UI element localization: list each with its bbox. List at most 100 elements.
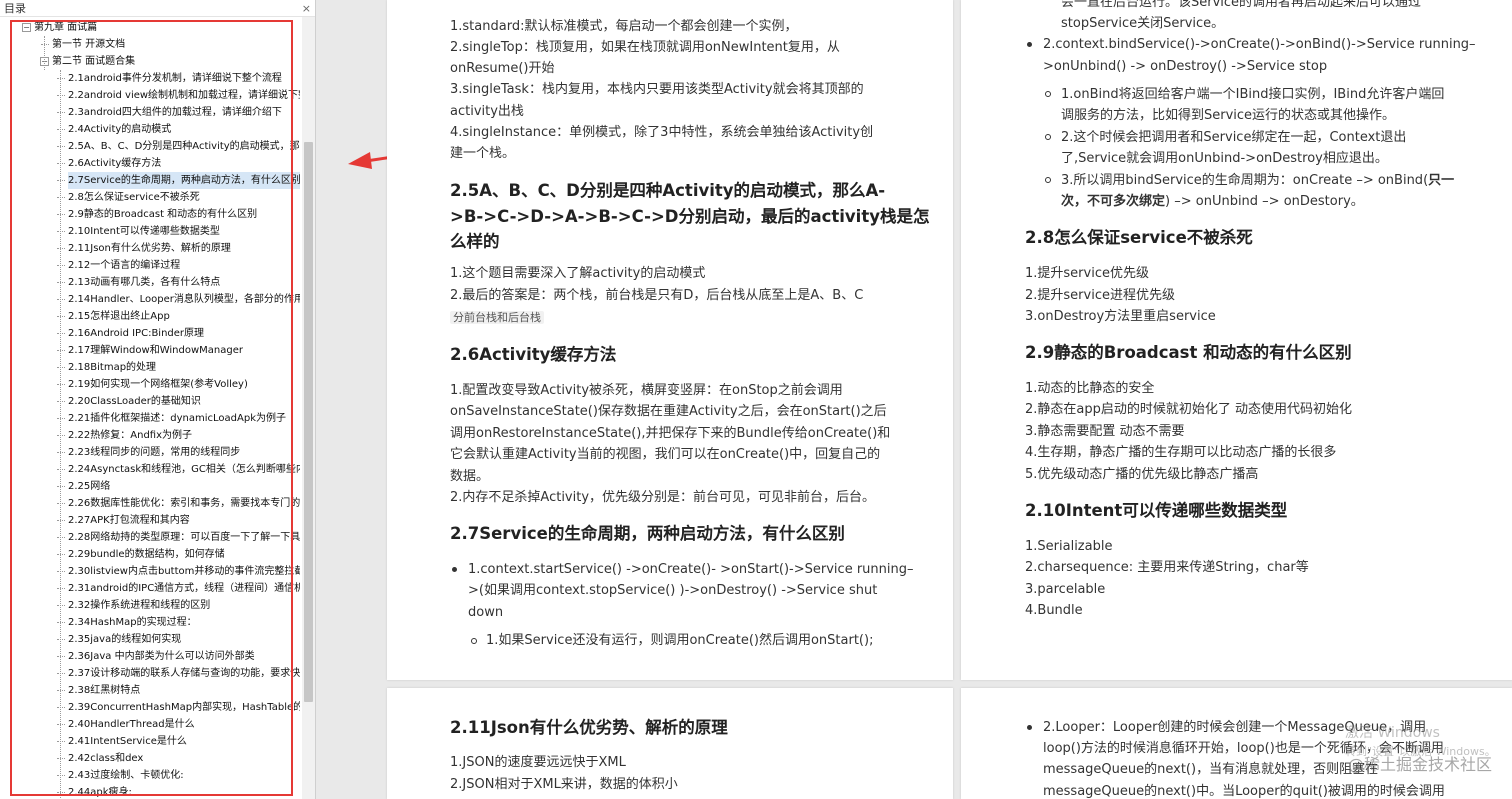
text-line: activity出栈 [450,104,524,119]
toc-item[interactable]: 2.10Intent可以传递哪些数据类型 [68,223,300,240]
text-line: 1.提升service优先级 [1025,266,1149,281]
toc-item[interactable]: 2.35java的线程如何实现 [68,631,300,648]
tree-connector [57,333,65,334]
toc-item[interactable]: 2.18Bitmap的处理 [68,359,300,376]
toc-item[interactable]: 2.14Handler、Looper消息队列模型，各部分的作用 [68,291,300,308]
toc-item[interactable]: 2.7Service的生命周期，两种启动方法，有什么区别 [68,172,300,189]
toc-item[interactable]: 2.43过度绘制、卡顿优化: [68,767,300,784]
toc-item[interactable]: 2.11Json有什么优劣势、解析的原理 [68,240,300,257]
toc-item[interactable]: 2.5A、B、C、D分别是四种Activity的启动模式，那么A [68,138,300,155]
toc-item[interactable]: 2.31android的IPC通信方式，线程（进程间）通信机 [68,580,300,597]
collapse-toggle-icon[interactable]: − [22,22,31,32]
tree-connector [57,469,65,470]
tree-connector [57,486,65,487]
toc-item-label: 2.7Service的生命周期，两种启动方法，有什么区别 [68,175,300,186]
tree-connector [44,36,45,70]
toc-item-label: 2.18Bitmap的处理 [68,362,157,373]
text-line: 3.onDestroy方法里重启service [1025,309,1216,324]
text-line: 1.Serializable [1025,539,1113,554]
section-heading: 2.8怎么保证service不被杀死 [1025,228,1253,247]
toc-item[interactable]: 2.26数据库性能优化：索引和事务，需要找本专门的 [68,495,300,512]
toc-scrollbar-thumb[interactable] [304,142,313,702]
toc-item-label: 2.15怎样退出终止App [68,311,170,322]
toc-item[interactable]: 2.23线程同步的问题，常用的线程同步 [68,444,300,461]
toc-item-label: 2.17理解Window和WindowManager [68,345,243,356]
tree-connector [57,112,65,113]
bullet-dot [1027,42,1032,47]
section-heading: 2.9静态的Broadcast 和动态的有什么区别 [1025,343,1352,362]
tree-connector [57,214,65,215]
close-icon[interactable]: × [302,2,311,15]
toc-item[interactable]: 2.15怎样退出终止App [68,308,300,325]
document-page-1: 1.standard:默认标准模式，每启动一个都会创建一个实例， 2.singl… [387,0,953,680]
toc-item[interactable]: 2.6Activity缓存方法 [68,155,300,172]
tree-connector [57,639,65,640]
tree-connector [57,520,65,521]
tree-connector [57,741,65,742]
toc-item[interactable]: 2.24Asynctask和线程池，GC相关（怎么判断哪些内 [68,461,300,478]
toc-item[interactable]: 2.2android view绘制机制和加载过程，请详细说下整 [68,87,300,104]
text-line: 1.JSON的速度要远远快于XML [450,755,626,770]
toc-item[interactable]: 2.30listview内点击buttom并移动的事件流完整拦截 [68,563,300,580]
toc-item[interactable]: 2.8怎么保证service不被杀死 [68,189,300,206]
tree-connector [57,350,65,351]
toc-item[interactable]: 2.36Java 中内部类为什么可以访问外部类 [68,648,300,665]
toc-item[interactable]: 2.40HandlerThread是什么 [68,716,300,733]
toc-item[interactable]: 2.4Activity的启动模式 [68,121,300,138]
toc-item[interactable]: 2.20ClassLoader的基础知识 [68,393,300,410]
toc-item[interactable]: − 第二节 面试题合集 [40,53,300,70]
toc-item[interactable]: 2.41IntentService是什么 [68,733,300,750]
toc-item[interactable]: 2.25网络 [68,478,300,495]
toc-item[interactable]: 2.13动画有哪几类，各有什么特点 [68,274,300,291]
toc-item[interactable]: 2.27APK打包流程和其内容 [68,512,300,529]
watermark: @稀土掘金技术社区 [1347,755,1492,774]
toc-item-label: 2.31android的IPC通信方式，线程（进程间）通信机 [68,583,300,594]
toc-item-label: 2.29bundle的数据结构，如何存储 [68,549,225,560]
tree-connector [57,792,65,793]
toc-item[interactable]: 2.3android四大组件的加载过程，请详细介绍下 [68,104,300,121]
text-line: 4.Bundle [1025,603,1083,618]
toc-item[interactable]: 2.12一个语言的编译过程 [68,257,300,274]
toc-item[interactable]: 2.28网络劫持的类型原理：可以百度一下了解一下具 [68,529,300,546]
section-heading: 2.11Json有什么优劣势、解析的原理 [450,718,728,737]
toc-item-label: 2.1android事件分发机制，请详细说下整个流程 [68,73,282,84]
text-line: onResume()开始 [450,61,555,76]
toc-item-label: 2.44apk瘦身: [68,787,132,798]
toc-item[interactable]: 2.16Android IPC:Binder原理 [68,325,300,342]
toc-item[interactable]: 2.22热修复：Andfix为例子 [68,427,300,444]
toc-item[interactable]: 2.39ConcurrentHashMap内部实现，HashTable的 [68,699,300,716]
toc-item[interactable]: 2.37设计移动端的联系人存储与查询的功能，要求快 [68,665,300,682]
toc-item-label: 2.36Java 中内部类为什么可以访问外部类 [68,651,255,662]
toc-item-label: 2.42class和dex [68,753,144,764]
toc-item[interactable]: 2.19如何实现一个网络框架(参考Volley) [68,376,300,393]
toc-item-label: 第一节 开源文档 [52,39,126,50]
tree-connector [57,775,65,776]
text-line: 数据。 [450,469,490,484]
toc-item[interactable]: 2.38红黑树特点 [68,682,300,699]
toc-item-label: 2.35java的线程如何实现 [68,634,182,645]
tree-connector [57,146,65,147]
toc-item[interactable]: 2.29bundle的数据结构，如何存储 [68,546,300,563]
toc-item[interactable]: 2.34HashMap的实现过程： [68,614,300,631]
toc-item[interactable]: 2.9静态的Broadcast 和动态的有什么区别 [68,206,300,223]
toc-item[interactable]: 第一节 开源文档 [52,36,300,53]
toc-item[interactable]: 2.17理解Window和WindowManager [68,342,300,359]
text-span: ) –> onUnbind –> onDestory。 [1165,194,1364,209]
toc-scrollbar[interactable] [302,17,315,799]
text-line: 会一直在后台运行。该Service的调用者再启动起来后可以通过 [1061,0,1422,10]
toc-item[interactable]: 2.32操作系统进程和线程的区别 [68,597,300,614]
text-line: 2.JSON相对于XML来讲，数据的体积小 [450,777,678,792]
tree-connector [57,418,65,419]
tree-connector [57,180,65,181]
toc-item[interactable]: 2.44apk瘦身: [68,784,300,799]
text-line: 1.standard:默认标准模式，每启动一个都会创建一个实例， [450,19,798,34]
text-line: 2.内存不足杀掉Activity，优先级分别是：前台可见，可见非前台，后台。 [450,490,876,505]
toc-item[interactable]: 2.21插件化框架描述：dynamicLoadApk为例子 [68,410,300,427]
toc-item[interactable]: − 第九章 面试篇 [22,19,300,36]
text-line: 3.所以调用bindService的生命周期为：onCreate –> onBi… [1061,170,1454,191]
tree-connector [57,299,65,300]
toc-item[interactable]: 2.42class和dex [68,750,300,767]
toc-item[interactable]: 2.1android事件分发机制，请详细说下整个流程 [68,70,300,87]
tree-connector [57,571,65,572]
text-line: 1.context.startService() ->onCreate()- >… [468,562,914,577]
